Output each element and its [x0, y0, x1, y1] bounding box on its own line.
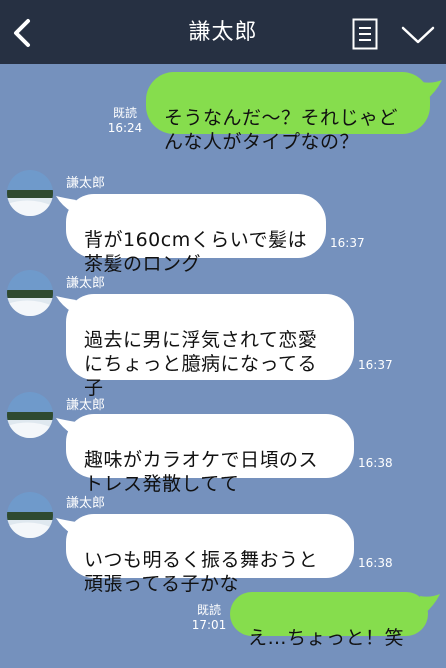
- message-text: え…ちょっと！笑: [248, 627, 405, 649]
- message-text: そうなんだ～？それじゃど んな人がタイプなの？: [164, 107, 399, 153]
- sender-name: 謙太郎: [66, 276, 106, 291]
- memo-icon[interactable]: [352, 18, 378, 50]
- read-receipt: 既読 16:24: [106, 106, 144, 136]
- message-text: 背が160cmくらいで髪は 茶髪のロング: [84, 229, 308, 275]
- message-text: 趣味がカラオケで日頃のス トレス発散してて: [84, 449, 319, 495]
- read-receipt: 既読 17:01: [190, 603, 228, 633]
- message-time: 16:38: [358, 556, 393, 570]
- message-time: 17:01: [191, 618, 227, 632]
- avatar[interactable]: [7, 392, 53, 438]
- message-bubble[interactable]: え…ちょっと！笑: [230, 592, 428, 649]
- chevron-down-icon[interactable]: [400, 22, 436, 48]
- message-time: 16:37: [358, 358, 393, 372]
- read-label: 既読: [196, 603, 221, 617]
- avatar[interactable]: [7, 492, 53, 538]
- chat-header: 謙太郎: [0, 0, 446, 64]
- message-text: いつも明るく振る舞おうと 頑張ってる子かな: [84, 549, 319, 595]
- sender-name: 謙太郎: [66, 496, 106, 511]
- message-bubble[interactable]: 趣味がカラオケで日頃のス トレス発散してて: [66, 414, 354, 495]
- chat-title: 謙太郎: [188, 20, 258, 45]
- message-bubble[interactable]: そうなんだ～？それじゃど んな人がタイプなの？: [146, 72, 430, 153]
- message-bubble[interactable]: いつも明るく振る舞おうと 頑張ってる子かな: [66, 514, 354, 595]
- message-time: 16:38: [358, 456, 393, 470]
- sender-name: 謙太郎: [66, 398, 106, 413]
- message-bubble[interactable]: 過去に男に浮気されて恋愛 にちょっと臆病になってる 子: [66, 294, 354, 399]
- message-text: 過去に男に浮気されて恋愛 にちょっと臆病になってる 子: [84, 329, 318, 399]
- sender-name: 謙太郎: [66, 176, 106, 191]
- avatar[interactable]: [7, 170, 53, 216]
- message-time: 16:37: [330, 236, 365, 250]
- avatar[interactable]: [7, 270, 53, 316]
- message-time: 16:24: [107, 121, 143, 135]
- message-bubble[interactable]: 背が160cmくらいで髪は 茶髪のロング: [66, 194, 326, 275]
- read-label: 既読: [112, 106, 137, 120]
